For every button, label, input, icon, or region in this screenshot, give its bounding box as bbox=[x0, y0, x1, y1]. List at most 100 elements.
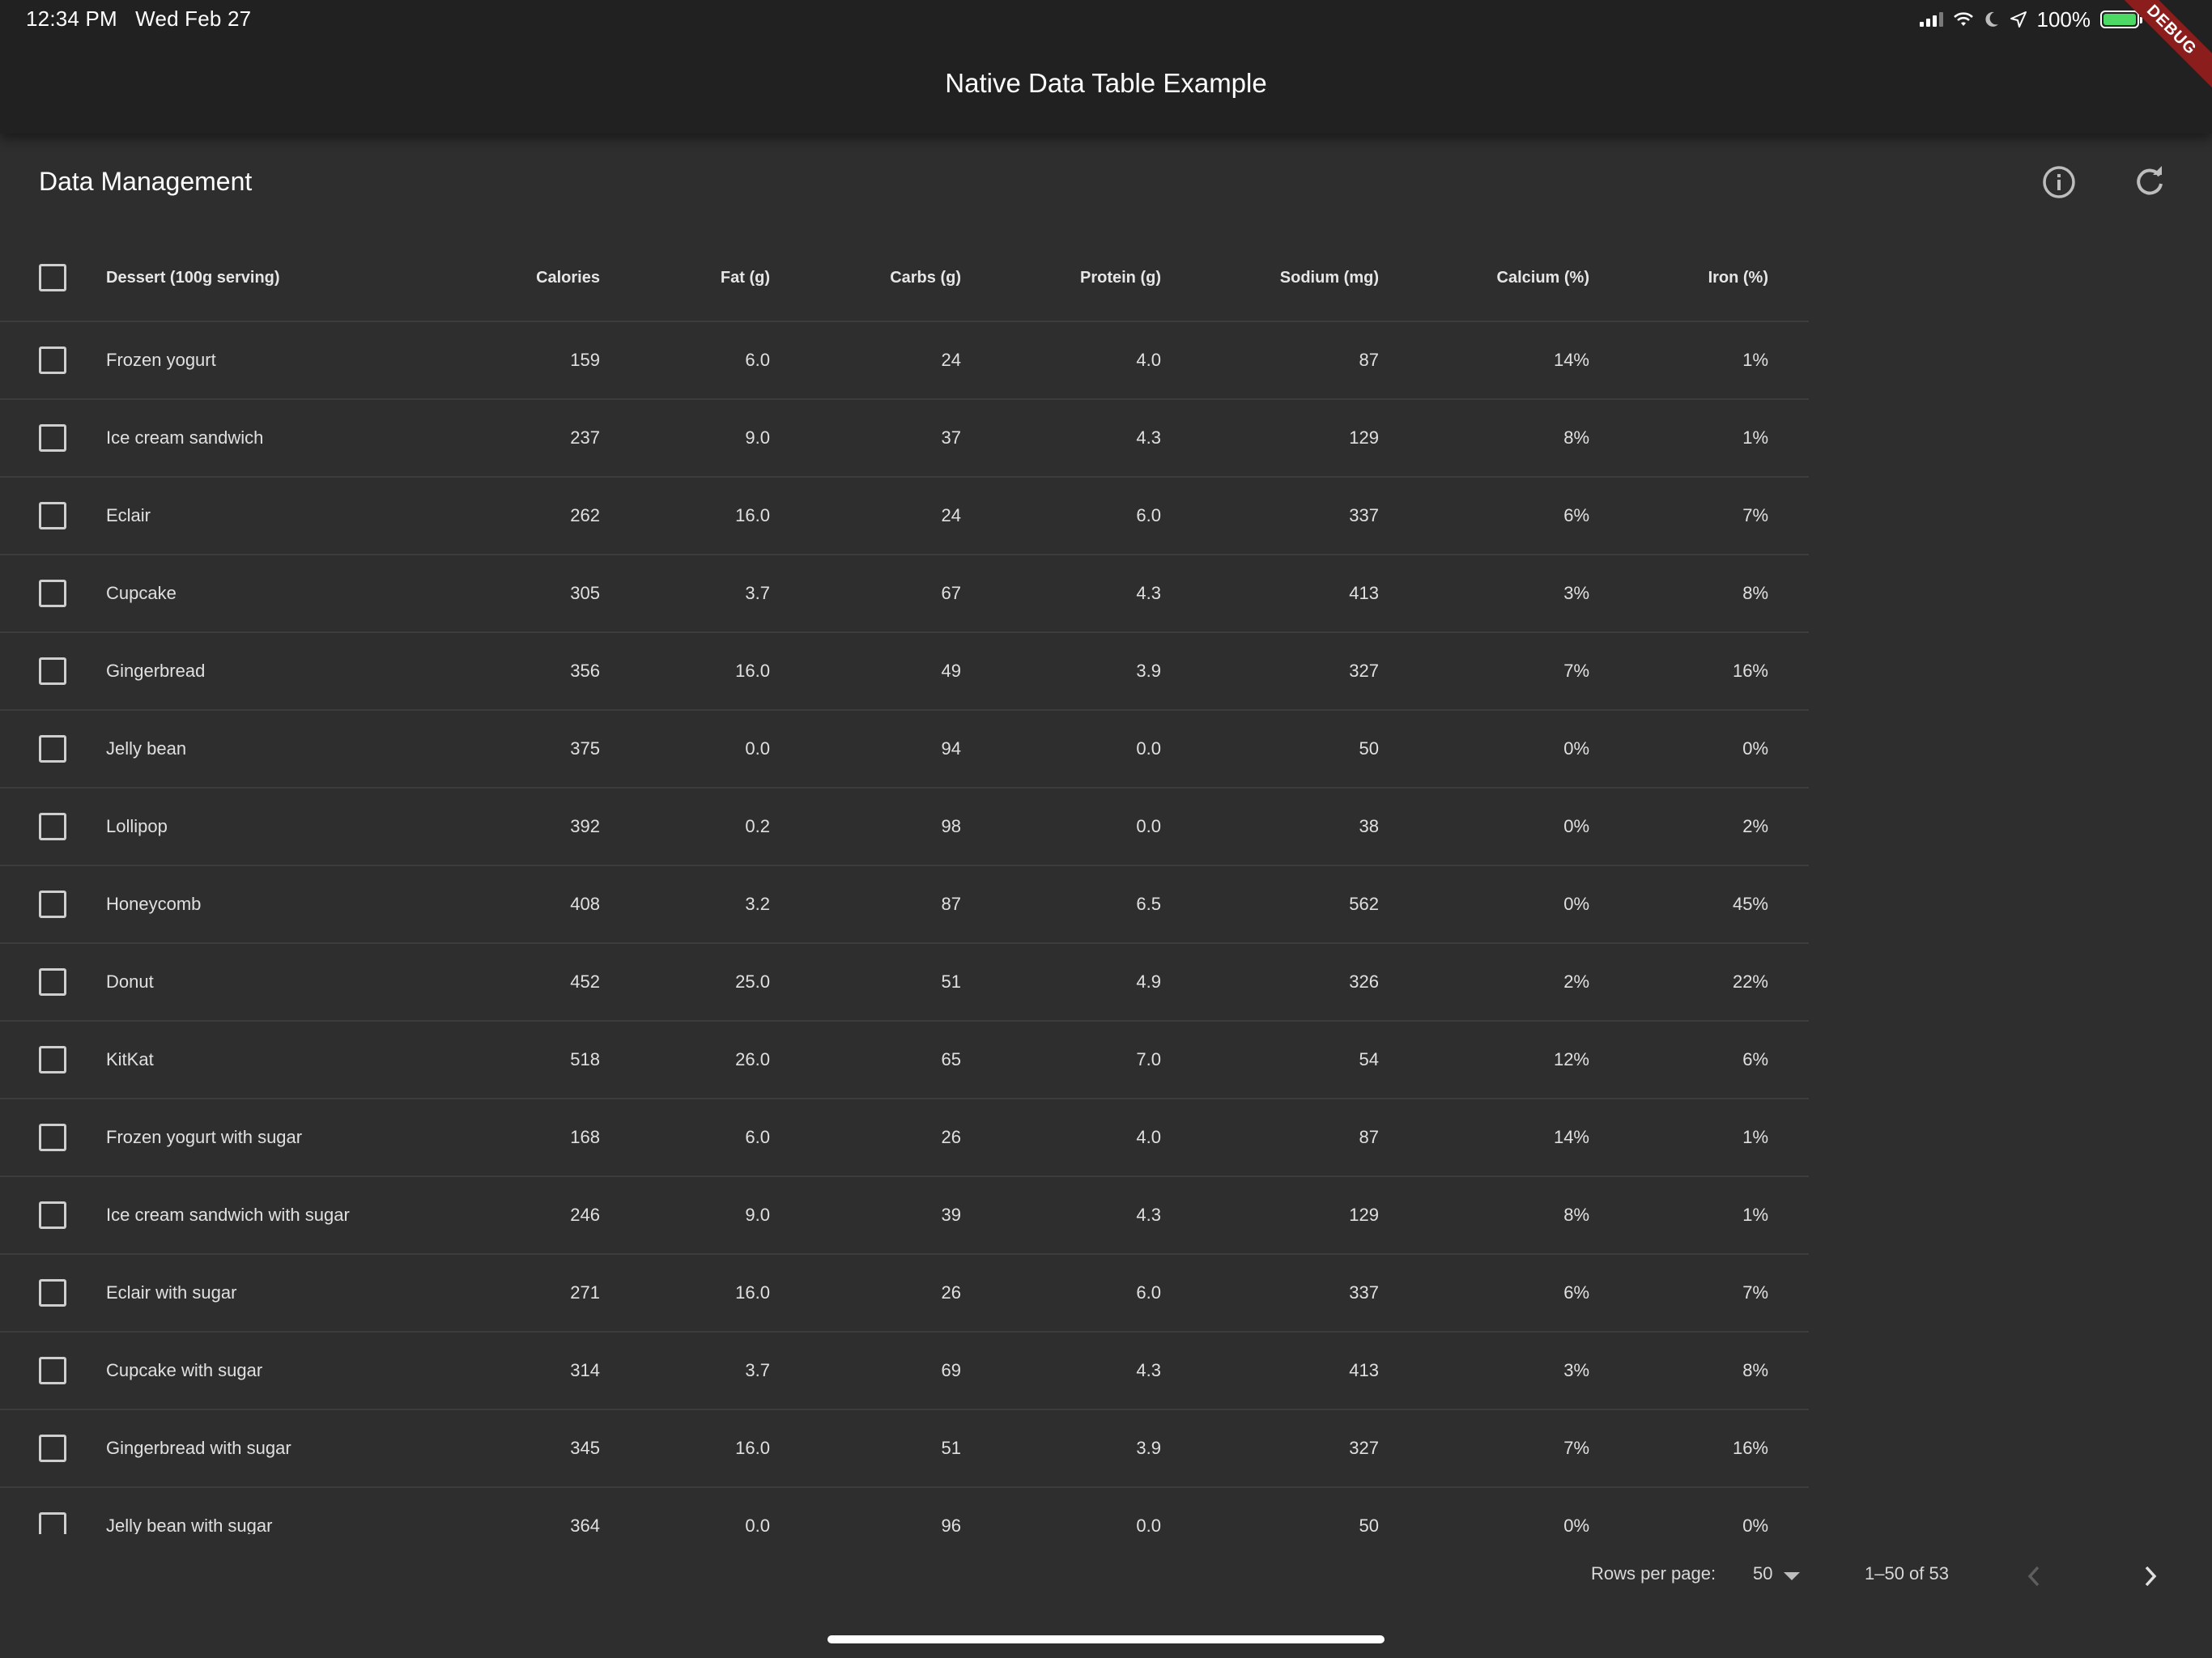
row-checkbox[interactable] bbox=[39, 346, 66, 374]
protein-cell: 4.3 bbox=[1136, 583, 1161, 603]
protein-column-header[interactable]: Protein (g) bbox=[999, 235, 1161, 321]
sodium-cell: 562 bbox=[1349, 894, 1379, 914]
sodium-cell: 54 bbox=[1359, 1049, 1379, 1069]
row-checkbox[interactable] bbox=[39, 1357, 66, 1384]
iron-cell: 8% bbox=[1742, 1360, 1768, 1380]
protein-cell: 4.3 bbox=[1136, 1360, 1161, 1380]
dessert-cell: Cupcake bbox=[106, 583, 177, 603]
sodium-cell: 413 bbox=[1349, 583, 1379, 603]
table-row[interactable]: Ice cream sandwich with sugar 246 9.0 39 4.3… bbox=[0, 1177, 1809, 1255]
calcium-cell: 3% bbox=[1563, 1360, 1589, 1380]
row-checkbox[interactable] bbox=[39, 1279, 66, 1307]
calcium-cell: 8% bbox=[1563, 1205, 1589, 1225]
row-checkbox[interactable] bbox=[39, 968, 66, 996]
home-indicator[interactable] bbox=[827, 1635, 1385, 1643]
table-row[interactable]: Jelly bean 375 0.0 94 0.0 50 0% 0% bbox=[0, 711, 1809, 789]
location-arrow-icon bbox=[2010, 11, 2027, 28]
dessert-cell: Gingerbread with sugar bbox=[106, 1438, 291, 1458]
calories-column-header[interactable]: Calories bbox=[438, 235, 600, 321]
iron-cell: 1% bbox=[1742, 350, 1768, 370]
iron-cell: 45% bbox=[1732, 894, 1768, 914]
fat-column-header[interactable]: Fat (g) bbox=[608, 235, 770, 321]
calcium-cell: 3% bbox=[1563, 583, 1589, 603]
page-title: Native Data Table Example bbox=[945, 68, 1267, 98]
dessert-cell: Lollipop bbox=[106, 816, 168, 836]
select-all-checkbox[interactable] bbox=[39, 264, 66, 291]
protein-cell: 3.9 bbox=[1136, 661, 1161, 681]
table-row[interactable]: KitKat 518 26.0 65 7.0 54 12% 6% bbox=[0, 1022, 1809, 1099]
sodium-cell: 337 bbox=[1349, 505, 1379, 525]
row-checkbox[interactable] bbox=[39, 502, 66, 529]
protein-cell: 4.9 bbox=[1136, 971, 1161, 992]
table-row[interactable]: Lollipop 392 0.2 98 0.0 38 0% 2% bbox=[0, 789, 1809, 866]
protein-cell: 0.0 bbox=[1136, 1516, 1161, 1534]
calcium-cell: 0% bbox=[1563, 816, 1589, 836]
carbs-cell: 87 bbox=[941, 894, 961, 914]
table-row[interactable]: Gingerbread 356 16.0 49 3.9 327 7% 16% bbox=[0, 633, 1809, 711]
protein-cell: 6.5 bbox=[1136, 894, 1161, 914]
protein-cell: 7.0 bbox=[1136, 1049, 1161, 1069]
carbs-cell: 39 bbox=[941, 1205, 961, 1225]
sodium-cell: 50 bbox=[1359, 738, 1379, 759]
row-checkbox[interactable] bbox=[39, 580, 66, 607]
calories-cell: 314 bbox=[570, 1360, 600, 1380]
fat-cell: 16.0 bbox=[735, 661, 770, 681]
row-checkbox[interactable] bbox=[39, 1124, 66, 1151]
table-row[interactable]: Eclair with sugar 271 16.0 26 6.0 337 6% 7% bbox=[0, 1255, 1809, 1333]
iron-cell: 0% bbox=[1742, 738, 1768, 759]
table-row[interactable]: Frozen yogurt 159 6.0 24 4.0 87 14% 1% bbox=[0, 322, 1809, 400]
iron-cell: 0% bbox=[1742, 1516, 1768, 1534]
data-table: Dessert (100g serving) Calories Fat (g) Car… bbox=[0, 235, 1809, 1534]
iron-cell: 6% bbox=[1742, 1049, 1768, 1069]
table-row[interactable]: Cupcake with sugar 314 3.7 69 4.3 413 3% 8% bbox=[0, 1333, 1809, 1410]
calcium-column-header[interactable]: Calcium (%) bbox=[1427, 235, 1589, 321]
row-checkbox[interactable] bbox=[39, 1046, 66, 1073]
calcium-cell: 14% bbox=[1553, 350, 1589, 370]
row-checkbox[interactable] bbox=[39, 813, 66, 840]
row-checkbox[interactable] bbox=[39, 1435, 66, 1462]
table-row[interactable]: Frozen yogurt with sugar 168 6.0 26 4.0 87 14%… bbox=[0, 1099, 1809, 1177]
cellular-signal-icon bbox=[1919, 12, 1943, 27]
row-checkbox[interactable] bbox=[39, 1201, 66, 1229]
table-row[interactable]: Honeycomb 408 3.2 87 6.5 562 0% 45% bbox=[0, 866, 1809, 944]
row-checkbox[interactable] bbox=[39, 657, 66, 685]
calcium-cell: 2% bbox=[1563, 971, 1589, 992]
table-row[interactable]: Ice cream sandwich 237 9.0 37 4.3 129 8% 1% bbox=[0, 400, 1809, 478]
calories-cell: 271 bbox=[570, 1282, 600, 1303]
dessert-cell: Gingerbread bbox=[106, 661, 206, 681]
row-checkbox[interactable] bbox=[39, 1512, 66, 1534]
chevron-down-icon[interactable] bbox=[1784, 1572, 1800, 1580]
sodium-cell: 413 bbox=[1349, 1360, 1379, 1380]
iron-cell: 7% bbox=[1742, 1282, 1768, 1303]
dessert-cell: Donut bbox=[106, 971, 154, 992]
next-page-button[interactable] bbox=[2134, 1560, 2167, 1592]
calcium-cell: 6% bbox=[1563, 1282, 1589, 1303]
rows-per-page-select[interactable]: 50 bbox=[1753, 1563, 1772, 1584]
table-row[interactable]: Gingerbread with sugar 345 16.0 51 3.9 327 7% 1… bbox=[0, 1410, 1809, 1488]
row-checkbox[interactable] bbox=[39, 735, 66, 763]
previous-page-button[interactable] bbox=[2018, 1560, 2050, 1592]
carbs-cell: 69 bbox=[941, 1360, 961, 1380]
iron-cell: 16% bbox=[1732, 661, 1768, 681]
sodium-column-header[interactable]: Sodium (mg) bbox=[1217, 235, 1379, 321]
fat-cell: 25.0 bbox=[735, 971, 770, 992]
table-row[interactable]: Jelly bean with sugar 364 0.0 96 0.0 50 0% 0% bbox=[0, 1488, 1809, 1534]
carbs-cell: 37 bbox=[941, 427, 961, 448]
row-checkbox[interactable] bbox=[39, 891, 66, 918]
refresh-button[interactable] bbox=[2129, 162, 2170, 202]
iron-column-header[interactable]: Iron (%) bbox=[1606, 235, 1768, 321]
protein-cell: 6.0 bbox=[1136, 1282, 1161, 1303]
calcium-cell: 8% bbox=[1563, 427, 1589, 448]
carbs-column-header[interactable]: Carbs (g) bbox=[799, 235, 961, 321]
table-row[interactable]: Cupcake 305 3.7 67 4.3 413 3% 8% bbox=[0, 555, 1809, 633]
battery-icon bbox=[2100, 11, 2142, 28]
table-row[interactable]: Donut 452 25.0 51 4.9 326 2% 22% bbox=[0, 944, 1809, 1022]
refresh-icon bbox=[2137, 166, 2163, 195]
dessert-column-header[interactable]: Dessert (100g serving) bbox=[106, 235, 446, 321]
row-checkbox[interactable] bbox=[39, 424, 66, 452]
calories-cell: 159 bbox=[570, 350, 600, 370]
calcium-cell: 0% bbox=[1563, 894, 1589, 914]
table-row[interactable]: Eclair 262 16.0 24 6.0 337 6% 7% bbox=[0, 478, 1809, 555]
calcium-cell: 7% bbox=[1563, 1438, 1589, 1458]
info-button[interactable] bbox=[2039, 162, 2079, 202]
